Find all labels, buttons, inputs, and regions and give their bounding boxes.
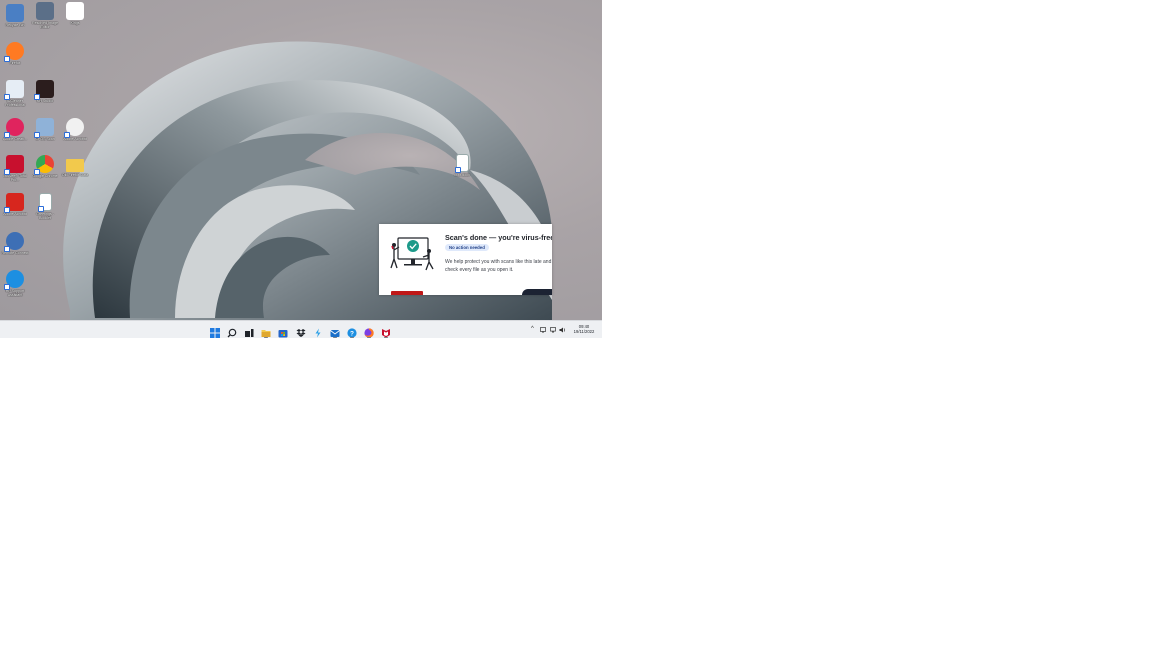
taskbar-bolt-button[interactable] xyxy=(313,325,323,338)
help-icon xyxy=(4,270,24,290)
desktop-icon-recycle-bin[interactable]: Recycle Bin xyxy=(0,4,30,27)
running-indicator xyxy=(350,337,354,338)
desktop-icon-label: McAfee® Total Pro... xyxy=(3,174,27,183)
search-icon xyxy=(227,325,237,338)
desktop-icon-label: iCCleaner Professional xyxy=(5,99,25,108)
desktop-icon-kh[interactable]: KH Studio xyxy=(30,80,60,103)
desktop-icon-acrobat[interactable]: Adobe Acrobat xyxy=(0,193,30,216)
chrome-icon xyxy=(34,155,54,175)
desktop-icon-label: Kings xyxy=(70,21,80,25)
mcafee-icon xyxy=(381,325,391,338)
desktop-icon-label: Greetings - Booklet xyxy=(36,212,54,221)
shortcut-arrow-icon xyxy=(4,169,10,175)
desktop-icon-pdf-doc[interactable]: Greetings - Booklet xyxy=(30,193,60,221)
desktop-icon-chrome[interactable]: Google Chrome xyxy=(30,155,60,178)
status-badge: No action needed xyxy=(445,244,489,251)
shortcut-arrow-icon xyxy=(4,132,10,138)
folder-icon xyxy=(66,159,84,172)
file-explorer-icon xyxy=(261,325,271,337)
desktop-icon-firefox[interactable]: Firefox xyxy=(0,42,30,65)
network-icon[interactable] xyxy=(540,327,546,333)
desktop-icon-label: xxxx.docx xyxy=(454,173,470,177)
shortcut-arrow-icon xyxy=(64,132,70,138)
mail-icon xyxy=(330,325,340,337)
firefox-icon xyxy=(364,325,374,338)
taskbar-store-button[interactable] xyxy=(278,325,288,338)
shortcut-arrow-icon xyxy=(34,94,40,100)
screenshot-editor-icon xyxy=(36,2,54,20)
desktop-icon-label: Resolved Image Editor xyxy=(32,21,58,30)
taskbar: ? ^ 09:40 19/11/2022 xyxy=(0,320,602,338)
taskbar-search-button[interactable] xyxy=(227,325,237,338)
globe-icon xyxy=(4,232,24,252)
store-icon xyxy=(278,325,288,338)
toast-action-button[interactable] xyxy=(522,289,552,295)
tray-overflow-chevron[interactable]: ^ xyxy=(531,326,534,332)
system-clock[interactable]: 09:40 19/11/2022 xyxy=(569,324,599,335)
running-indicator xyxy=(333,337,337,338)
shortcut-arrow-icon xyxy=(34,169,40,175)
shortcut-arrow-icon xyxy=(4,246,10,252)
k-logo-icon xyxy=(66,2,84,20)
screen: Recycle Bin Resolved Image Editor Kings Fir… xyxy=(0,0,602,338)
creative-cloud-icon xyxy=(4,118,24,138)
monitor-icon[interactable] xyxy=(550,327,556,333)
toast-title: Scan's done — you're virus-free xyxy=(445,233,552,242)
taskbar-windows-start-button[interactable] xyxy=(210,325,220,338)
windows-start-icon xyxy=(210,325,220,338)
desktop-icon-snipping[interactable]: Resolved Image Editor xyxy=(30,2,60,30)
desktop-icon-doc-file[interactable]: xxxx.docx xyxy=(447,154,477,177)
shortcut-arrow-icon xyxy=(37,206,44,212)
volume-icon[interactable] xyxy=(559,327,566,333)
desktop-icon-hp-support[interactable]: HP Support Assistant xyxy=(0,270,30,298)
antivirus-toast-notification[interactable]: Scan's done — you're virus-free No actio… xyxy=(379,224,552,295)
desktop-icon-adobe-cloud[interactable]: Adobe Creati... xyxy=(0,118,30,141)
desktop-icon-label: HP Support Assistant xyxy=(5,289,25,298)
taskbar-task-view-button[interactable] xyxy=(244,325,254,337)
shortcut-arrow-icon xyxy=(4,56,10,62)
running-indicator xyxy=(384,337,388,338)
pdf-file-icon xyxy=(37,193,52,212)
desktop-icon-label: Old Firefox Data xyxy=(61,173,89,177)
help-icon: ? xyxy=(347,325,357,338)
acrobat-assistant-icon xyxy=(64,118,84,138)
scan-illustration-icon xyxy=(390,237,434,271)
shortcut-arrow-icon xyxy=(4,94,10,100)
running-indicator xyxy=(264,337,268,338)
taskbar-mcafee-button[interactable] xyxy=(381,325,391,338)
acrobat-icon xyxy=(4,193,24,213)
toast-body: We help protect you with scans like this… xyxy=(445,259,552,273)
shortcut-arrow-icon xyxy=(4,207,10,213)
taskbar-firefox-button[interactable] xyxy=(364,325,374,338)
scanner-icon xyxy=(34,118,54,138)
recycle-bin-icon xyxy=(6,4,24,22)
taskbar-dropbox-button[interactable] xyxy=(296,325,306,337)
running-indicator xyxy=(367,337,371,338)
desktop-icon-label: Recycle Bin xyxy=(5,23,25,27)
task-view-icon xyxy=(244,325,254,337)
desktop-icon-iccleaner[interactable]: iCCleaner Professional xyxy=(0,80,30,108)
desktop-icon-acrobat-assist[interactable]: Adobe Acrobat xyxy=(60,118,90,141)
desktop-icon-mcafee[interactable]: McAfee® Total Pro... xyxy=(0,155,30,183)
taskbar-file-explorer-button[interactable] xyxy=(261,325,271,338)
taskbar-help-button[interactable]: ? xyxy=(347,325,357,338)
clock-date: 19/11/2022 xyxy=(573,329,595,335)
desktop-icon-kings[interactable]: Kings xyxy=(60,2,90,25)
shortcut-arrow-icon xyxy=(34,132,40,138)
shortcut-arrow-icon xyxy=(4,284,10,290)
document-file-icon xyxy=(454,154,469,173)
kh-logo-icon xyxy=(34,80,54,100)
desktop-icon-globe[interactable]: Remote Connect xyxy=(0,232,30,255)
desktop-icon-folder[interactable]: Old Firefox Data xyxy=(60,155,90,177)
cleaner-icon xyxy=(4,80,24,100)
firefox-icon xyxy=(4,42,24,62)
mcafee-icon xyxy=(4,155,24,175)
taskbar-mail-button[interactable] xyxy=(330,325,340,338)
dropbox-icon xyxy=(296,325,306,337)
shortcut-arrow-icon xyxy=(454,167,461,173)
mcafee-logo-icon xyxy=(391,291,423,295)
bolt-icon xyxy=(313,325,323,338)
desktop-icon-scanner[interactable]: CPOS Scan xyxy=(30,118,60,141)
